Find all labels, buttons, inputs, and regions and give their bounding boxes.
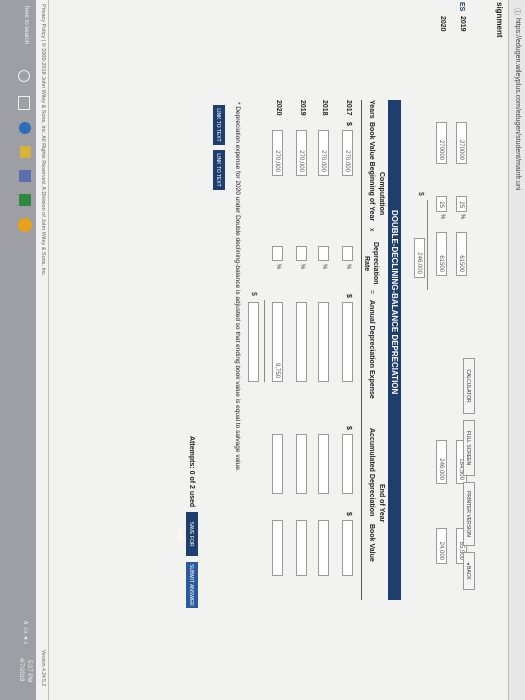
top-expense-field[interactable]: 61500	[436, 232, 447, 276]
top-book-value-field[interactable]: 270000	[456, 122, 467, 164]
header-rate: Rate	[363, 256, 370, 272]
top-row-year: 2019	[459, 16, 466, 32]
side-label: ES	[458, 2, 465, 12]
row-year: 2020	[275, 100, 282, 116]
book-value-field[interactable]	[296, 520, 307, 576]
percent-sign: %	[299, 264, 305, 270]
accum-currency: $	[345, 426, 352, 430]
percent-sign: %	[275, 264, 281, 270]
annual-expense-field[interactable]	[318, 302, 329, 382]
tray-icons: ∧ ▭ ◂ ♪	[22, 620, 29, 645]
page-title: signment	[495, 2, 504, 38]
header-accumulated: Accumulated Depreciation	[368, 428, 375, 517]
top-rate-field[interactable]: 25	[456, 196, 467, 212]
book-value-field[interactable]	[272, 520, 283, 576]
header-computation: Computation	[378, 172, 385, 216]
book-value-begin-field[interactable]: 270,000	[342, 130, 353, 176]
expense-currency: $	[345, 294, 352, 298]
taskbar-search[interactable]: here to search	[23, 6, 29, 44]
header-depreciation: Depreciation	[372, 242, 379, 285]
top-row-year: 2020	[439, 16, 446, 32]
chrome-icon[interactable]	[18, 218, 32, 232]
annual-expense-field[interactable]	[342, 302, 353, 382]
row-year: 2019	[299, 100, 306, 116]
annual-expense-field[interactable]: 9,750	[272, 302, 283, 382]
book-value-begin-field[interactable]: 270,000	[272, 130, 283, 176]
top-total-currency: $	[417, 192, 424, 196]
top-end-value-field[interactable]: 24,000	[436, 528, 447, 564]
cortana-icon[interactable]	[18, 70, 30, 82]
header-book-value: Book Value	[368, 524, 375, 562]
browser-address-bar[interactable]: ⓘ https://edugen.wileyplus.com/edugen/st…	[508, 0, 525, 700]
calculator-button[interactable]: CALCULATOR	[463, 358, 475, 414]
link-to-text-button[interactable]: LINK TO TEXT	[213, 150, 225, 190]
back-button[interactable]: ◂ BACK	[463, 552, 475, 590]
book-value-field[interactable]	[318, 520, 329, 576]
top-total-field[interactable]: 246,000	[414, 238, 425, 278]
link-to-text-button[interactable]: LINK TO TEXT	[213, 105, 225, 145]
footnote: * Depreciation expense for 2020 under Do…	[234, 102, 241, 472]
top-accum-field[interactable]: 246,000	[436, 440, 447, 484]
top-rate-field[interactable]: 25	[436, 196, 447, 212]
header-annual-expense: Annual Depreciation Expense	[368, 300, 375, 399]
clock-date: 4/7/2018	[18, 658, 24, 682]
rotated-screen: ⓘ https://edugen.wileyplus.com/edugen/st…	[0, 0, 525, 700]
annual-expense-field[interactable]	[296, 302, 307, 382]
save-for-later-button[interactable]: SAVE FOR LATER	[176, 512, 198, 556]
file-explorer-icon[interactable]	[20, 146, 31, 158]
clock-time: 5:27 PM	[26, 660, 32, 683]
edge-icon[interactable]	[19, 122, 31, 134]
row-currency: $	[345, 122, 352, 126]
header-times-sign: x	[368, 228, 375, 232]
accumulated-field[interactable]	[296, 434, 307, 494]
taskbar: here to search ∧ ▭ ◂ ♪ 5:27 PM 4/7/2018	[0, 0, 36, 700]
header-end-of-year: End of Year	[378, 484, 385, 523]
total-currency: $	[250, 292, 257, 296]
rate-field[interactable]	[296, 246, 307, 261]
url-text[interactable]: https://edugen.wileyplus.com/edugen/stud…	[514, 18, 521, 190]
book-value-field[interactable]	[342, 520, 353, 576]
percent-sign: %	[439, 214, 445, 220]
accumulated-field[interactable]	[272, 434, 283, 494]
rate-field[interactable]	[342, 246, 353, 261]
app-icon[interactable]	[19, 194, 31, 206]
full-screen-button[interactable]: FULL SCREEN	[463, 420, 475, 476]
footer-text: Privacy Policy | © 2000-2018 John Wiley …	[40, 4, 46, 277]
footer-divider	[48, 0, 49, 700]
section-title-bar: DOUBLE-DECLINING-BALANCE DEPRECIATION	[388, 100, 401, 600]
total-field[interactable]	[248, 302, 259, 382]
header-equals-sign: =	[368, 290, 375, 295]
header-book-value-begin: Book Value Beginning of Year	[368, 122, 375, 222]
photo-stage: ⓘ https://edugen.wileyplus.com/edugen/st…	[0, 0, 525, 700]
lock-icon: ⓘ	[513, 8, 520, 15]
task-view-icon[interactable]	[18, 96, 30, 110]
top-total-line	[427, 200, 428, 290]
header-years: Years	[368, 100, 375, 119]
top-expense-field[interactable]: 61500	[456, 232, 467, 276]
book-value-begin-field[interactable]: 270,000	[318, 130, 329, 176]
printer-version-button[interactable]: PRINTER VERSION	[463, 482, 475, 546]
accumulated-field[interactable]	[342, 434, 353, 494]
percent-sign: %	[459, 214, 465, 220]
section-title: DOUBLE-DECLINING-BALANCE DEPRECIATION	[390, 210, 399, 395]
submit-answer-button[interactable]: SUBMIT ANSWER	[186, 562, 198, 608]
accumulated-field[interactable]	[318, 434, 329, 494]
attempts-text: Attempts: 0 of 2 used	[188, 436, 195, 508]
row-year: 2018	[321, 100, 328, 116]
percent-sign: %	[321, 264, 327, 270]
percent-sign: %	[345, 264, 351, 270]
total-line	[264, 300, 265, 382]
header-underline	[361, 100, 362, 600]
store-icon[interactable]	[19, 170, 31, 182]
top-book-value-field[interactable]: 270000	[436, 122, 447, 164]
rate-field[interactable]	[272, 246, 283, 261]
rate-field[interactable]	[318, 246, 329, 261]
book-value-begin-field[interactable]: 270,000	[296, 130, 307, 176]
version-text: Version 4.24.5.2	[40, 650, 46, 687]
row-year: 2017	[345, 100, 352, 116]
book-value-currency: $	[345, 512, 352, 516]
